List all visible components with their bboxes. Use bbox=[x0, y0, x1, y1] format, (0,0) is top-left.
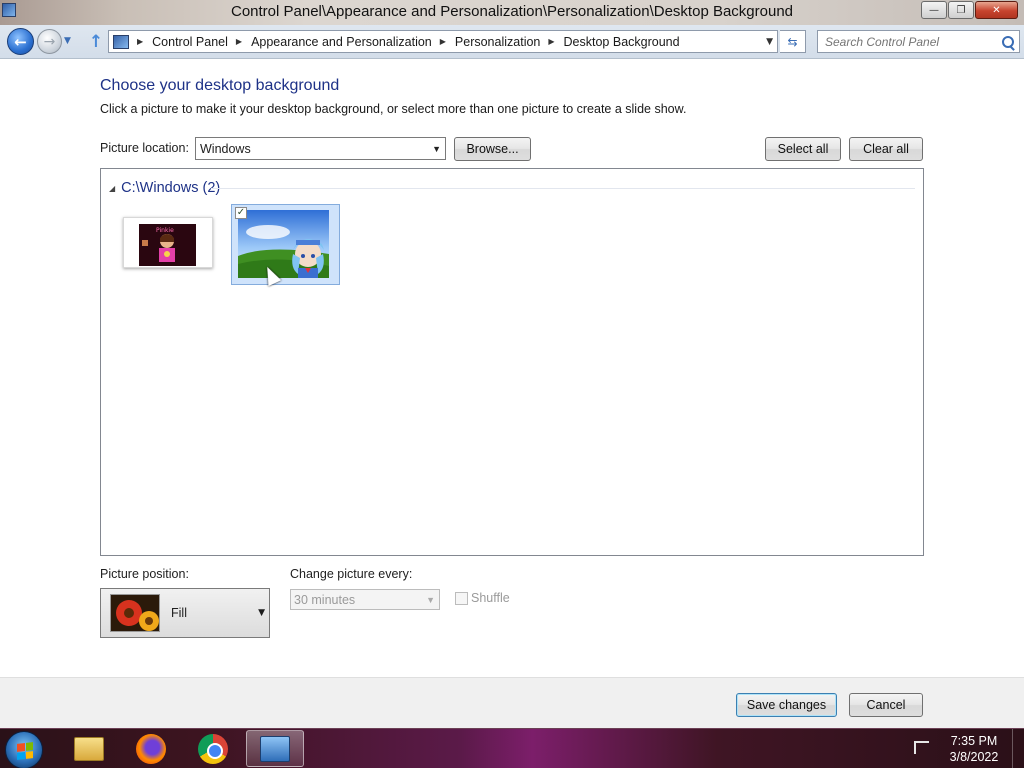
restore-icon: ❐ bbox=[956, 4, 966, 16]
taskbar-explorer[interactable] bbox=[60, 730, 118, 767]
group-name: C:\Windows (2) bbox=[121, 180, 221, 196]
svg-text:Pinkie: Pinkie bbox=[156, 227, 174, 234]
refresh-icon[interactable]: ⇆ bbox=[780, 30, 806, 53]
taskbar-firefox[interactable] bbox=[122, 730, 180, 767]
control-panel-icon bbox=[113, 34, 129, 49]
taskbar: 7:35 PM 3/8/2022 bbox=[0, 728, 1024, 768]
minimize-icon: — bbox=[929, 4, 939, 16]
cancel-button[interactable]: Cancel bbox=[849, 693, 923, 717]
picture-location-select[interactable]: Windows ▼ bbox=[195, 137, 446, 160]
forward-button[interactable]: → bbox=[37, 29, 62, 54]
wallpaper-image bbox=[238, 210, 329, 278]
close-button[interactable]: ✕ bbox=[975, 1, 1018, 19]
page-description: Click a picture to make it your desktop … bbox=[100, 102, 687, 116]
picture-thumbnail-1[interactable]: Pinkie bbox=[123, 217, 213, 268]
change-interval-value: 30 minutes bbox=[294, 592, 356, 607]
title-bar: Control Panel\Appearance and Personaliza… bbox=[0, 0, 1024, 25]
back-arrow-icon: ← bbox=[14, 32, 27, 51]
clock-date: 3/8/2022 bbox=[949, 750, 999, 764]
chevron-right-icon[interactable]: ▶ bbox=[440, 37, 446, 46]
shuffle-option: Shuffle bbox=[455, 591, 510, 605]
back-button[interactable]: ← bbox=[7, 28, 34, 55]
folder-icon bbox=[74, 736, 104, 761]
search-box[interactable] bbox=[817, 30, 1020, 53]
chevron-down-icon: ▼ bbox=[432, 143, 441, 154]
wallpaper-image: Pinkie bbox=[139, 224, 196, 266]
picture-position-select[interactable]: Fill ▼ bbox=[100, 588, 270, 638]
firefox-icon bbox=[136, 733, 166, 764]
search-input[interactable] bbox=[825, 34, 995, 49]
selected-checkbox[interactable]: ✓ bbox=[235, 207, 247, 219]
select-all-button[interactable]: Select all bbox=[765, 137, 841, 161]
navigation-bar: ← → ▼ ↑ ▶ Control Panel ▶ Appearance and… bbox=[0, 25, 1024, 59]
window-controls: — ❐ ✕ bbox=[920, 1, 1018, 19]
group-header[interactable]: ◢ C:\Windows (2) bbox=[109, 180, 220, 196]
windows-logo-icon bbox=[17, 742, 33, 760]
picture-position-value: Fill bbox=[171, 606, 187, 620]
chevron-down-icon: ▼ bbox=[258, 608, 265, 618]
group-divider bbox=[211, 188, 915, 189]
show-desktop-button[interactable] bbox=[1012, 729, 1024, 768]
picture-thumbnail-2[interactable]: ✓ bbox=[231, 204, 340, 285]
window-title: Control Panel\Appearance and Personaliza… bbox=[230, 3, 794, 20]
action-center-flag-icon[interactable] bbox=[914, 741, 929, 754]
maximize-button[interactable]: ❐ bbox=[948, 1, 974, 19]
shuffle-label: Shuffle bbox=[471, 591, 510, 605]
picture-location-label: Picture location: bbox=[100, 141, 189, 155]
forward-arrow-icon: → bbox=[43, 33, 56, 50]
breadcrumb-personalization[interactable]: Personalization bbox=[455, 35, 540, 49]
recent-pages-dropdown-icon[interactable]: ▼ bbox=[64, 36, 71, 46]
system-clock[interactable]: 7:35 PM 3/8/2022 bbox=[943, 733, 1005, 765]
picture-list: ◢ C:\Windows (2) Pinkie ✓ bbox=[100, 168, 924, 556]
footer-bar: Save changes Cancel bbox=[0, 677, 1024, 728]
search-icon[interactable] bbox=[1002, 35, 1014, 48]
control-panel-icon bbox=[260, 735, 290, 762]
taskbar-chrome[interactable] bbox=[184, 730, 242, 767]
change-interval-select: 30 minutes ▼ bbox=[290, 589, 440, 610]
chevron-right-icon[interactable]: ▶ bbox=[236, 37, 242, 46]
chevron-down-icon: ▼ bbox=[426, 594, 435, 605]
breadcrumb-appearance[interactable]: Appearance and Personalization bbox=[251, 35, 432, 49]
picture-location-value: Windows bbox=[200, 141, 251, 156]
breadcrumb-desktop-background[interactable]: Desktop Background bbox=[564, 35, 680, 49]
clock-time: 7:35 PM bbox=[950, 734, 998, 748]
change-picture-label: Change picture every: bbox=[290, 567, 413, 581]
taskbar-control-panel[interactable] bbox=[246, 730, 304, 767]
chevron-down-icon[interactable]: ▼ bbox=[766, 37, 773, 47]
close-icon: ✕ bbox=[992, 4, 1001, 16]
chevron-right-icon[interactable]: ▶ bbox=[548, 37, 554, 46]
start-button[interactable] bbox=[5, 731, 43, 768]
page-title: Choose your desktop background bbox=[100, 77, 340, 94]
chrome-icon bbox=[198, 733, 228, 764]
chevron-right-icon[interactable]: ▶ bbox=[137, 37, 143, 46]
clear-all-button[interactable]: Clear all bbox=[849, 137, 923, 161]
minimize-button[interactable]: — bbox=[921, 1, 947, 19]
up-arrow-icon[interactable]: ↑ bbox=[88, 32, 104, 52]
breadcrumb-control-panel[interactable]: Control Panel bbox=[152, 35, 228, 49]
save-changes-button[interactable]: Save changes bbox=[736, 693, 837, 717]
collapse-triangle-icon[interactable]: ◢ bbox=[109, 184, 115, 193]
shuffle-checkbox bbox=[455, 591, 468, 605]
picture-position-label: Picture position: bbox=[100, 567, 189, 581]
browse-button[interactable]: Browse... bbox=[454, 137, 531, 161]
position-preview-image bbox=[110, 594, 160, 632]
main-content: Choose your desktop background Click a p… bbox=[0, 60, 1024, 728]
address-bar[interactable]: ▶ Control Panel ▶ Appearance and Persona… bbox=[108, 30, 778, 53]
